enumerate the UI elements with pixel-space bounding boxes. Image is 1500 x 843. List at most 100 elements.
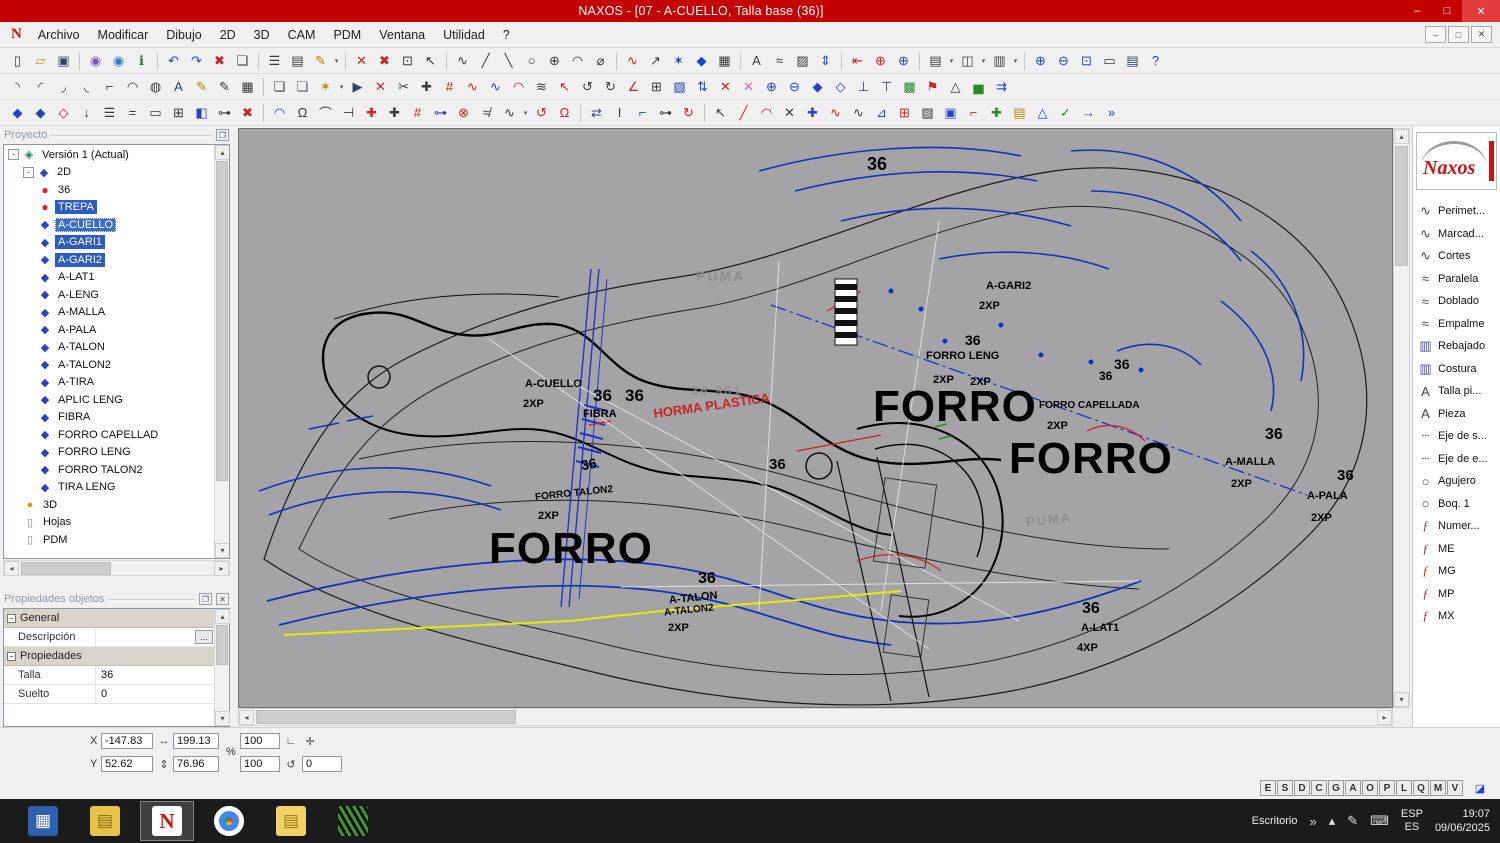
cross-red-icon[interactable]: ✕: [714, 76, 737, 97]
keyboard-icon[interactable]: ⌨: [1370, 813, 1389, 829]
corner-move-icon[interactable]: ⌐: [631, 102, 654, 123]
dock-icon[interactable]: ❐: [216, 129, 229, 141]
menu-dibujo[interactable]: Dibujo: [157, 25, 210, 45]
section-general[interactable]: − General: [4, 609, 229, 628]
flip-updown-icon[interactable]: ⇕: [814, 50, 837, 71]
collapse-icon[interactable]: −: [7, 651, 16, 661]
clock[interactable]: 19:07 09/06/2025: [1435, 807, 1490, 835]
drawing-canvas[interactable]: 36 PUMA A-GARI2 2XP 36 FORRO LENG 2XP 2XP 36 36 FO…: [238, 128, 1393, 708]
scroll-thumb[interactable]: [1395, 146, 1408, 266]
file-explorer-icon[interactable]: [78, 801, 132, 841]
tree-item-a-leng[interactable]: ◆ A-LENG: [6, 286, 213, 304]
section-propiedades[interactable]: − Propiedades: [4, 647, 229, 666]
mode-toggle-l[interactable]: L: [1396, 780, 1412, 796]
tool-mx[interactable]: ƒ MX: [1413, 605, 1500, 628]
plot-sheets-icon[interactable]: ▤: [286, 50, 309, 71]
mode-toggle-p[interactable]: P: [1379, 780, 1395, 796]
insert-down-icon[interactable]: ↓: [75, 102, 98, 123]
chamfer-icon[interactable]: ⌐: [98, 76, 121, 97]
dropdown-arrow-icon[interactable]: ▾: [521, 102, 530, 123]
collapse-icon[interactable]: −: [7, 613, 16, 623]
help-icon[interactable]: ?: [1144, 50, 1167, 71]
measure-icon[interactable]: ▭: [1098, 50, 1121, 71]
size-text-icon[interactable]: A: [167, 76, 190, 97]
pencil-line-icon[interactable]: ✎: [213, 76, 236, 97]
tool-perimet[interactable]: ∿ Perimet...: [1413, 200, 1500, 223]
menu-pdm[interactable]: PDM: [324, 25, 370, 45]
grid-icon[interactable]: ▦: [713, 50, 736, 71]
perpendicular-icon[interactable]: ⊥: [852, 76, 875, 97]
tree-item-a-gari2[interactable]: ◆ A-GARI2: [6, 251, 213, 269]
box-grid-icon[interactable]: ⊞: [167, 102, 190, 123]
scroll-thumb[interactable]: [256, 710, 516, 724]
hatch-small-icon[interactable]: ▨: [916, 102, 939, 123]
mode-toggle-v[interactable]: V: [1447, 780, 1463, 796]
menu-ventana[interactable]: Ventana: [370, 25, 434, 45]
pointer-icon[interactable]: ↖: [709, 102, 732, 123]
menu-2d[interactable]: 2D: [211, 25, 245, 45]
diameter-icon[interactable]: ⌀: [589, 50, 612, 71]
rails-icon[interactable]: #: [406, 102, 429, 123]
share-web-icon[interactable]: ◉: [107, 50, 130, 71]
tree-expander[interactable]: -: [8, 149, 19, 161]
naxos-icon[interactable]: [140, 801, 194, 841]
copy-icon[interactable]: ❏: [268, 76, 291, 97]
move-point-icon[interactable]: ✚: [801, 102, 824, 123]
diamond-solid-icon[interactable]: ◆: [806, 76, 829, 97]
split-icon[interactable]: ✂: [392, 76, 415, 97]
hatch-icon[interactable]: ▨: [791, 50, 814, 71]
zoom-in-icon[interactable]: ⊕: [1029, 50, 1052, 71]
text-icon[interactable]: A: [745, 50, 768, 71]
tool-eje-de-e[interactable]: ┄ Eje de e...: [1413, 448, 1500, 471]
menu-cam[interactable]: CAM: [279, 25, 325, 45]
times-icon[interactable]: ✕: [778, 102, 801, 123]
restore-button[interactable]: □: [1432, 0, 1462, 22]
scale-y-field[interactable]: 100: [240, 756, 280, 772]
round-corner-icon[interactable]: ◠: [121, 76, 144, 97]
flip-vertical-icon[interactable]: ⇅: [691, 76, 714, 97]
magnify-plus-icon[interactable]: ⊕: [760, 76, 783, 97]
rotate-ccw-icon[interactable]: ↺: [576, 76, 599, 97]
tree-item-pdm[interactable]: ▯ PDM: [6, 531, 213, 549]
nodes-icon[interactable]: ⊶: [429, 102, 452, 123]
tool-numer[interactable]: ƒ Numer...: [1413, 515, 1500, 538]
scroll-thumb[interactable]: [21, 561, 111, 575]
plus-green-icon[interactable]: ✚: [985, 102, 1008, 123]
zoom-window-icon[interactable]: ⊡: [1075, 50, 1098, 71]
diamond-icon[interactable]: ◆: [690, 50, 713, 71]
views-icon[interactable]: ◫: [956, 50, 979, 71]
check-icon[interactable]: ✓: [1054, 102, 1077, 123]
tree-item-a-talon[interactable]: ◆ A-TALON: [6, 339, 213, 357]
chevron-icon[interactable]: »: [1309, 814, 1316, 829]
menu-archivo[interactable]: Archivo: [29, 25, 89, 45]
fillet-sw-icon[interactable]: ◟: [75, 76, 98, 97]
dropdown-arrow-icon[interactable]: ▾: [337, 76, 346, 97]
new-document-icon[interactable]: ▯: [6, 50, 29, 71]
sheets-icon[interactable]: ▥: [988, 50, 1011, 71]
tree-item-a-talon2[interactable]: ◆ A-TALON2: [6, 356, 213, 374]
menu-3d[interactable]: 3D: [245, 25, 279, 45]
step-next-icon[interactable]: ▶: [346, 76, 369, 97]
mode-toggle-o[interactable]: O: [1362, 780, 1378, 796]
dropdown-arrow-icon[interactable]: ▾: [1011, 50, 1020, 71]
vector-icon[interactable]: ↗: [644, 50, 667, 71]
diamond-open-icon[interactable]: ◇: [829, 76, 852, 97]
tree-expander[interactable]: -: [23, 166, 34, 178]
property-value-field[interactable]: 0: [96, 685, 229, 703]
mode-toggle-q[interactable]: Q: [1413, 780, 1429, 796]
target-icon[interactable]: ⊕: [869, 50, 892, 71]
point-icon[interactable]: ⊕: [543, 50, 566, 71]
circle-x-icon[interactable]: ⊗: [452, 102, 475, 123]
tree-item-hojas[interactable]: ▯ Hojas: [6, 514, 213, 532]
scale-x-field[interactable]: 100: [240, 733, 280, 749]
magic-wand-icon[interactable]: ✶: [314, 76, 337, 97]
omega-icon[interactable]: Ω: [291, 102, 314, 123]
tree-item-fibra[interactable]: ◆ FIBRA: [6, 409, 213, 427]
scroll-right-icon[interactable]: ▸: [214, 560, 229, 576]
curve-red-icon[interactable]: ∿: [461, 76, 484, 97]
angle-icon[interactable]: ∟: [283, 733, 299, 749]
mode-toggle-e[interactable]: E: [1260, 780, 1276, 796]
menu-modificar[interactable]: Modificar: [89, 25, 158, 45]
flag-icon[interactable]: ⚑: [921, 76, 944, 97]
child-restore-button[interactable]: □: [1448, 26, 1469, 43]
